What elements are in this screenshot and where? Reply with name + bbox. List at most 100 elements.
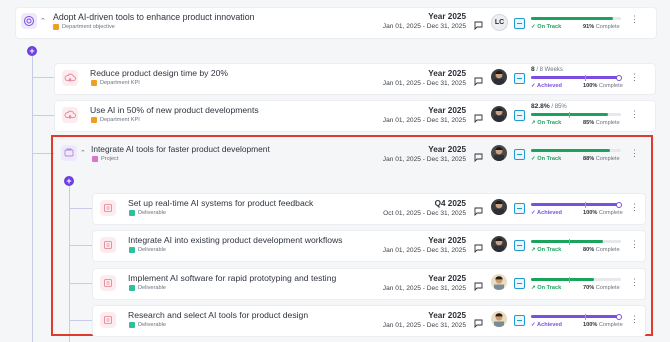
objective-tag: Department objective [53,24,115,30]
kpi-title[interactable]: Reduce product design time by 20% [90,68,228,78]
owner-avatar[interactable] [491,145,507,161]
owner-avatar[interactable] [491,199,507,215]
percent-suffix: Complete [595,120,620,126]
more-options-icon[interactable]: ⋮ [630,203,639,212]
percent-value: 70% [583,285,595,291]
deliverable-title[interactable]: Research and select AI tools for product… [128,310,308,320]
metric-target: / 8 Weeks [536,67,563,73]
period: Year 2025 [428,106,466,115]
objective-tag-label: Department objective [62,24,115,30]
progress-bar [531,238,621,245]
link-chip-icon[interactable] [514,149,525,160]
more-options-icon[interactable]: ⋮ [630,73,639,82]
collapse-chevron-icon[interactable]: ⌃ [40,17,46,25]
period: Year 2025 [428,69,466,78]
more-options-icon[interactable]: ⋮ [630,110,639,119]
target-marker [585,74,586,81]
status-label: ↗ On Track [531,247,562,253]
period: Year 2025 [428,311,466,320]
deliverable-title[interactable]: Set up real-time AI systems for product … [128,198,313,208]
link-chip-icon[interactable] [514,203,525,214]
progress-end-dot [616,201,622,208]
percent-value: 100% [583,210,598,216]
tag-label: Department KPI [100,117,140,123]
tag-color-swatch [129,322,135,328]
comment-icon[interactable] [474,149,483,167]
owner-avatar[interactable] [491,69,507,85]
add-deliverable-button[interactable]: + [64,176,74,186]
link-chip-icon[interactable] [514,18,525,29]
link-chip-icon[interactable] [514,240,525,251]
status-text: On Track [537,247,562,253]
comment-icon[interactable] [474,17,483,35]
tree-line-root [32,56,33,342]
comment-icon[interactable] [474,110,483,128]
status-label: ↗ On Track [531,120,562,126]
percent-suffix: Complete [595,285,620,291]
progress-end-dot [616,313,622,320]
deliverable-title[interactable]: Implement AI software for rapid prototyp… [128,273,336,283]
progress-fill [531,278,594,281]
owner-avatar[interactable]: LC [491,14,508,31]
comment-icon[interactable] [474,278,483,296]
comment-icon[interactable] [474,203,483,221]
more-options-icon[interactable]: ⋮ [630,240,639,249]
objective-target-icon [21,13,37,29]
more-options-icon[interactable]: ⋮ [630,15,639,24]
objective-progress-bar [531,17,621,20]
more-options-icon[interactable]: ⋮ [630,315,639,324]
percent-suffix: Complete [598,210,623,216]
metric-readout: 8 / 8 Weeks [531,66,563,73]
comment-icon[interactable] [474,73,483,91]
tag-label: Deliverable [138,322,166,328]
tag-color-swatch [91,117,97,123]
add-child-button[interactable]: + [27,46,37,56]
link-chip-icon[interactable] [514,73,525,84]
kpi-title[interactable]: Use AI in 50% of new product development… [90,105,259,115]
owner-avatar[interactable] [491,106,507,122]
tag-color-swatch [129,285,135,291]
comment-icon[interactable] [474,240,483,258]
owner-avatar[interactable] [491,236,507,252]
period: Year 2025 [428,236,466,245]
owner-avatar[interactable] [491,274,507,290]
project-collapse-chevron-icon[interactable]: ⌃ [80,149,86,157]
status-label: ✓ On Track [531,24,562,30]
owner-avatar[interactable] [491,311,507,327]
deliverable-icon [100,237,116,253]
deliverable-title[interactable]: Integrate AI into existing product devel… [128,235,342,245]
progress-bar [531,313,622,320]
metric-target: / 85% [551,104,567,110]
status-text: Achieved [537,322,562,328]
project-title[interactable]: Integrate AI tools for faster product de… [91,144,270,154]
project-dates: Jan 01, 2025 - Dec 31, 2025 [382,156,466,163]
objective-title[interactable]: Adopt AI-driven tools to enhance product… [53,12,255,22]
link-chip-icon[interactable] [514,110,525,121]
comment-icon[interactable] [474,315,483,333]
status-label: ↗ On Track [531,285,562,291]
project-progress-bar [531,149,621,152]
dates: Jan 01, 2025 - Dec 31, 2025 [382,117,466,124]
more-options-icon[interactable]: ⋮ [630,149,639,158]
tag-label: Deliverable [138,210,166,216]
progress-fill [531,315,621,318]
tag-label: Department KPI [100,80,140,86]
period: Q4 2025 [434,199,466,208]
tag-label: Deliverable [138,247,166,253]
status-text: On Track [537,156,562,162]
kpi-tag: Department KPI [91,80,140,86]
link-chip-icon[interactable] [514,278,525,289]
percent-complete: 91% Complete [583,24,620,30]
kpi-cloud-upload-icon [62,70,78,86]
metric-value: 8 [531,66,535,73]
percent-complete: 100% Complete [583,210,623,216]
tree-branch-kpi-1 [32,77,54,78]
more-options-icon[interactable]: ⋮ [630,278,639,287]
link-chip-icon[interactable] [514,315,525,326]
target-marker [568,238,570,245]
deliverable-tag: Deliverable [129,247,166,253]
tag-color-swatch [92,156,98,162]
deliverable-tag: Deliverable [129,322,166,328]
status-text: Achieved [537,210,562,216]
deliverable-icon [100,200,116,216]
